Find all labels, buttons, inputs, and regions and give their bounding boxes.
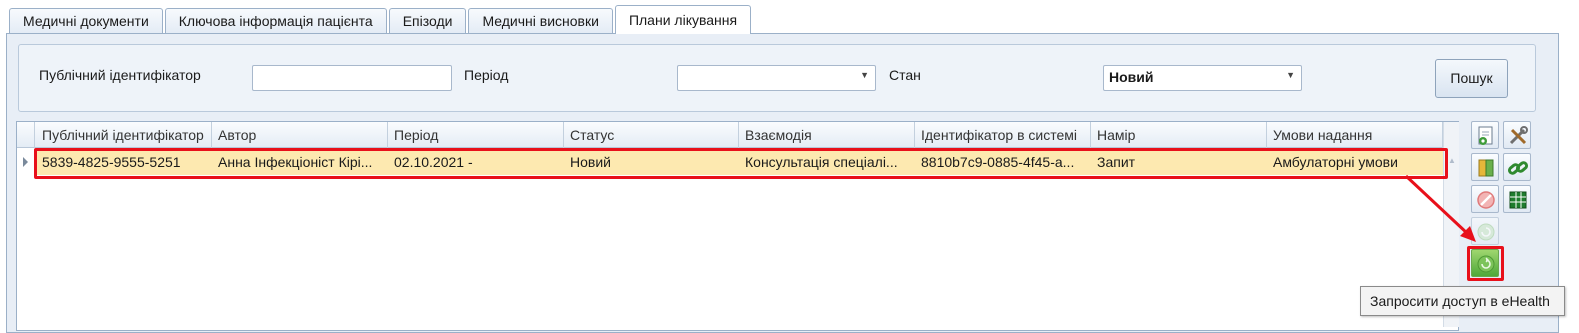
row-highlight-annotation: [34, 148, 1448, 179]
public-id-label: Публічний ідентифікатор: [39, 67, 201, 83]
row-indicator: [17, 149, 35, 175]
view-document-icon: [1478, 126, 1493, 145]
tools-icon: [1509, 126, 1528, 145]
public-id-input[interactable]: [252, 65, 452, 91]
request-access-highlight: [1467, 246, 1504, 281]
column-header-intent[interactable]: Намір: [1091, 122, 1267, 148]
tab-key-patient-info[interactable]: Ключова інформація пацієнта: [164, 8, 387, 34]
tab-medical-documents[interactable]: Медичні документи: [9, 8, 163, 34]
tab-medical-conclusions[interactable]: Медичні висновки: [468, 8, 613, 34]
grid-report-button[interactable]: [1503, 185, 1531, 213]
state-value: Новий: [1109, 69, 1154, 85]
link-icon: [1507, 161, 1529, 175]
column-header-conditions[interactable]: Умови надання: [1267, 122, 1443, 148]
scroll-up-icon[interactable]: ▲: [1448, 156, 1456, 165]
tab-episodes[interactable]: Епізоди: [388, 8, 467, 34]
column-header-period[interactable]: Період: [388, 122, 564, 148]
grid-report-icon: [1509, 191, 1527, 209]
tab-care-plans[interactable]: Плани лікування: [614, 5, 752, 34]
annotation-arrow: [1404, 174, 1476, 242]
period-label: Період: [464, 67, 509, 83]
column-header-public-id[interactable]: Публічний ідентифікатор: [36, 122, 212, 148]
chevron-down-icon: ▼: [1286, 70, 1295, 80]
link-button[interactable]: [1503, 153, 1531, 181]
tab-bar: Медичні документи Ключова інформація пац…: [9, 5, 753, 34]
period-select[interactable]: ▼: [677, 65, 876, 91]
search-button[interactable]: Пошук: [1435, 59, 1508, 98]
tools-button[interactable]: [1503, 121, 1531, 149]
column-header-interaction[interactable]: Взаємодія: [739, 122, 915, 148]
column-header-author[interactable]: Автор: [212, 122, 388, 148]
view-document-button[interactable]: [1471, 121, 1499, 149]
tooltip: Запросити доступ в eHealth: [1360, 286, 1565, 316]
row-pointer-icon: [23, 157, 28, 167]
state-label: Стан: [889, 67, 921, 83]
column-header-status[interactable]: Статус: [564, 122, 739, 148]
column-header-system-id[interactable]: Ідентифікатор в системі: [915, 122, 1091, 148]
chevron-down-icon: ▼: [860, 70, 869, 80]
header-indicator: [17, 122, 35, 148]
state-select[interactable]: Новий ▼: [1103, 65, 1302, 91]
grid-header: Публічний ідентифікатор Автор Період Ста…: [17, 122, 1458, 148]
